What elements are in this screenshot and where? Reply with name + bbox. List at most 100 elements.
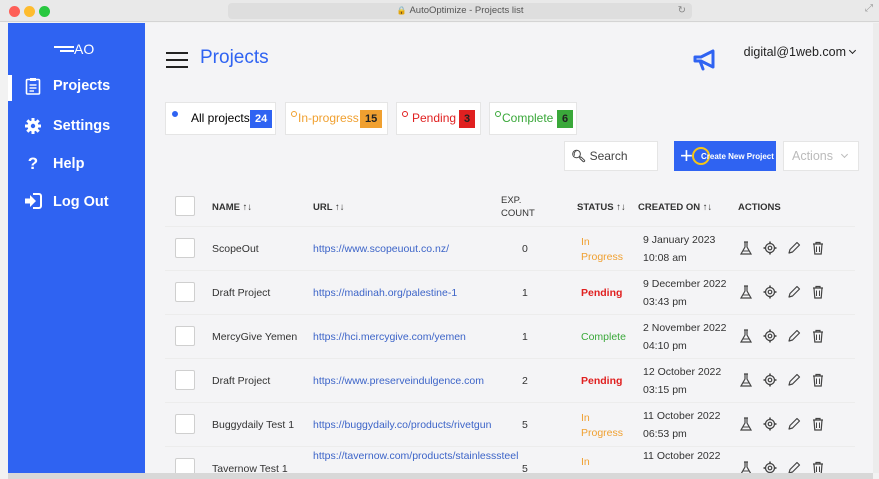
table-row[interactable]: Buggydaily Test 1 https://buggydaily.co/p… (165, 403, 855, 447)
clipboard-icon (24, 77, 42, 95)
test-tube-icon[interactable] (739, 285, 753, 299)
filter-count-badge: 6 (557, 110, 574, 128)
column-header-status[interactable]: STATUS ↑↓ (577, 202, 626, 213)
status-text: In (581, 456, 590, 468)
test-tube-icon[interactable] (739, 417, 753, 431)
address-bar[interactable]: 🔒 AutoOptimize - Projects list ↻ (228, 3, 692, 19)
sidebar-item-settings[interactable]: Settings (8, 109, 145, 145)
status-text: In (581, 412, 590, 424)
edit-pencil-icon[interactable] (787, 461, 801, 473)
project-url[interactable]: https://hci.mercygive.com/yemen (313, 331, 466, 343)
column-header-exp-count: EXP. (501, 195, 522, 206)
filter-pending[interactable]: Pending 3 (396, 102, 481, 135)
lock-icon: 🔒 (396, 6, 407, 15)
test-tube-icon[interactable] (739, 241, 753, 255)
table-header-row: NAME ↑↓ URL ↑↓ EXP. COUNT STATUS ↑↓ CREA… (165, 185, 855, 227)
row-checkbox[interactable] (175, 238, 195, 258)
dot-icon (172, 111, 178, 117)
test-tube-icon[interactable] (739, 373, 753, 387)
sidebar-item-label: Help (53, 156, 85, 172)
created-time: 04:10 pm (643, 340, 687, 352)
chevron-down-icon (848, 46, 857, 55)
test-tube-icon[interactable] (739, 461, 753, 473)
trash-icon[interactable] (811, 285, 825, 299)
sidebar-item-help[interactable]: ? Help (8, 147, 145, 183)
edit-pencil-icon[interactable] (787, 417, 801, 431)
table-row[interactable]: Tavernow Test 1 https://tavernow.com/prod… (165, 447, 855, 473)
project-name: Draft Project (212, 287, 271, 299)
project-url[interactable]: https://www.scopeuout.co.nz/ (313, 243, 449, 255)
settings-icon[interactable] (763, 417, 777, 431)
actions-dropdown[interactable]: Actions (783, 141, 859, 171)
project-name: Draft Project (212, 375, 271, 387)
created-date: 9 December 2022 (643, 278, 727, 290)
created-date: 9 January 2023 (643, 234, 716, 246)
project-url[interactable]: https://buggydaily.co/products/rivetgun (313, 419, 491, 431)
create-project-button[interactable]: + Create New Project (674, 141, 776, 171)
horizontal-scrollbar[interactable] (8, 473, 873, 479)
zoom-window-button[interactable] (39, 6, 50, 17)
browser-window: 🔒 AutoOptimize - Projects list ↻ ⤢ AO Pro… (0, 0, 879, 479)
table-row[interactable]: ScopeOut https://www.scopeuout.co.nz/0 In P… (165, 227, 855, 271)
settings-icon[interactable] (763, 241, 777, 255)
project-name: Buggydaily Test 1 (212, 419, 295, 431)
created-time: 03:43 pm (643, 296, 687, 308)
search-icon: 🔍︎ (571, 149, 587, 163)
trash-icon[interactable] (811, 417, 825, 431)
edit-pencil-icon[interactable] (787, 241, 801, 255)
sidebar-item-logout[interactable]: Log Out (8, 185, 145, 221)
close-window-button[interactable] (9, 6, 20, 17)
table-row[interactable]: Draft Project https://madinah.org/palesti… (165, 271, 855, 315)
column-header-created-on[interactable]: CREATED ON ↑↓ (638, 202, 712, 213)
fullscreen-icon[interactable]: ⤢ (865, 3, 873, 14)
filter-complete[interactable]: Complete 6 (489, 102, 577, 135)
settings-icon[interactable] (763, 373, 777, 387)
row-checkbox[interactable] (175, 370, 195, 390)
exp-count: 0 (522, 243, 528, 255)
filter-all-projects[interactable]: All projects 24 (165, 102, 276, 135)
app-logo[interactable]: AO (54, 41, 94, 57)
menu-toggle-icon[interactable] (166, 52, 188, 68)
minimize-window-button[interactable] (24, 6, 35, 17)
trash-icon[interactable] (811, 241, 825, 255)
edit-pencil-icon[interactable] (787, 285, 801, 299)
edit-pencil-icon[interactable] (787, 329, 801, 343)
status-text: Progress (581, 251, 624, 263)
filter-in-progress[interactable]: In-progress 15 (285, 102, 388, 135)
test-tube-icon[interactable] (739, 329, 753, 343)
row-checkbox[interactable] (175, 458, 195, 473)
trash-icon[interactable] (811, 461, 825, 473)
created-date: 2 November 2022 (643, 322, 727, 334)
row-checkbox[interactable] (175, 414, 195, 434)
dot-icon (291, 111, 297, 117)
megaphone-icon[interactable] (693, 49, 719, 71)
table-row[interactable]: Draft Project https://www.preserveindulge… (165, 359, 855, 403)
dot-icon (495, 111, 501, 117)
sidebar-item-projects[interactable]: Projects (8, 69, 145, 105)
project-url[interactable]: https://tavernow.com/products/stainlesss… (313, 450, 518, 462)
settings-icon[interactable] (763, 329, 777, 343)
project-url[interactable]: https://www.preserveindulgence.com (313, 375, 484, 387)
vertical-scrollbar[interactable] (873, 23, 879, 473)
sidebar-item-label: Log Out (53, 194, 109, 210)
page-title: Projects (200, 47, 269, 68)
project-name: Tavernow Test 1 (212, 463, 288, 473)
select-all-checkbox[interactable] (175, 196, 195, 216)
user-menu[interactable]: digital@1web.com (744, 45, 857, 59)
row-checkbox[interactable] (175, 326, 195, 346)
exp-count: 5 (522, 463, 528, 473)
table-row[interactable]: MercyGive Yemen https://hci.mercygive.com… (165, 315, 855, 359)
search-input[interactable]: 🔍︎ Search (564, 141, 658, 171)
trash-icon[interactable] (811, 329, 825, 343)
filter-label: Pending (412, 111, 457, 125)
filter-label: Complete (502, 111, 554, 125)
trash-icon[interactable] (811, 373, 825, 387)
edit-pencil-icon[interactable] (787, 373, 801, 387)
settings-icon[interactable] (763, 461, 777, 473)
row-checkbox[interactable] (175, 282, 195, 302)
column-header-name[interactable]: NAME ↑↓ (212, 202, 252, 213)
settings-icon[interactable] (763, 285, 777, 299)
column-header-url[interactable]: URL ↑↓ (313, 202, 345, 213)
reload-icon[interactable]: ↻ (678, 3, 686, 19)
project-url[interactable]: https://madinah.org/palestine-1 (313, 287, 457, 299)
